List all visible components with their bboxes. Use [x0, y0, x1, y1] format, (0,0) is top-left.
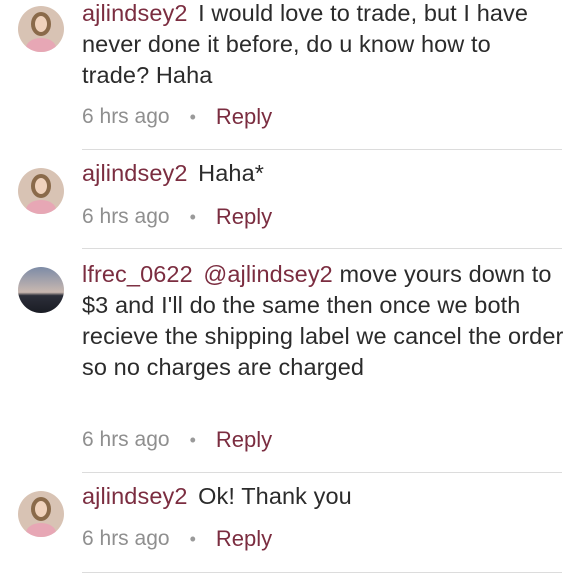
reply-button[interactable]: Reply [216, 526, 272, 552]
separator-dot: • [189, 106, 196, 127]
comment-text: ajlindsey2 Haha* [82, 158, 564, 189]
comment-meta: 6 hrs ago • Reply [82, 204, 272, 230]
reply-button[interactable]: Reply [216, 427, 272, 453]
divider [82, 572, 562, 573]
username-link[interactable]: ajlindsey2 [82, 483, 188, 509]
avatar[interactable] [18, 491, 64, 537]
divider [82, 248, 562, 249]
separator-dot: • [189, 429, 196, 450]
reply-button[interactable]: Reply [216, 104, 272, 130]
avatar[interactable] [18, 6, 64, 52]
timestamp: 6 hrs ago [82, 105, 170, 128]
comment-meta: 6 hrs ago • Reply [82, 427, 272, 453]
comment-body: Ok! Thank you [198, 483, 352, 509]
comment-meta: 6 hrs ago • Reply [82, 526, 272, 552]
username-link[interactable]: ajlindsey2 [82, 160, 188, 186]
comment-body: Haha* [198, 160, 264, 186]
separator-dot: • [189, 206, 196, 227]
username-link[interactable]: ajlindsey2 [82, 0, 188, 26]
timestamp: 6 hrs ago [82, 527, 170, 550]
mention-link[interactable]: @ajlindsey2 [203, 261, 332, 287]
divider [82, 149, 562, 150]
timestamp: 6 hrs ago [82, 428, 170, 451]
reply-button[interactable]: Reply [216, 204, 272, 230]
separator-dot: • [189, 528, 196, 549]
timestamp: 6 hrs ago [82, 205, 170, 228]
avatar[interactable] [18, 267, 64, 313]
avatar[interactable] [18, 168, 64, 214]
divider [82, 472, 562, 473]
comment-text: lfrec_0622 @ajlindsey2 move yours down t… [82, 259, 564, 383]
comment-text: ajlindsey2 Ok! Thank you [82, 481, 564, 512]
username-link[interactable]: lfrec_0622 [82, 261, 193, 287]
comment-meta: 6 hrs ago • Reply [82, 104, 272, 130]
comment-text: ajlindsey2 I would love to trade, but I … [82, 0, 564, 91]
